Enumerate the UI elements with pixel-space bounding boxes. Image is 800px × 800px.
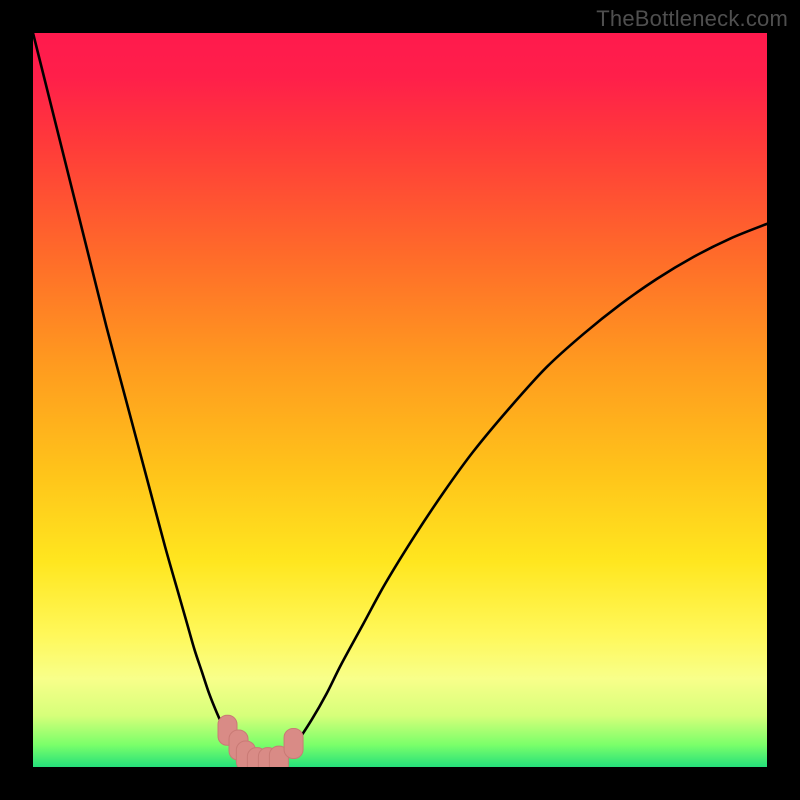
watermark-text: TheBottleneck.com [596, 6, 788, 32]
curve-marker [284, 729, 303, 759]
chart-frame: TheBottleneck.com [0, 0, 800, 800]
gradient-background [33, 33, 767, 767]
plot-area [33, 33, 767, 767]
plot-svg [33, 33, 767, 767]
